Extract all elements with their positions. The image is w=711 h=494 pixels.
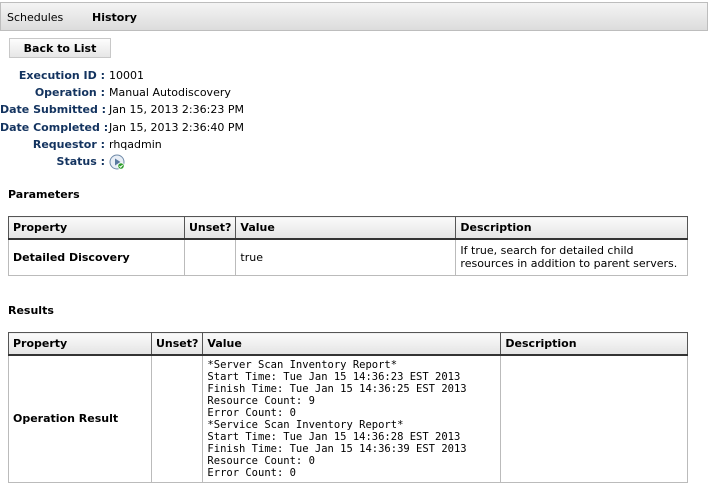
property-cell: Operation Result <box>8 354 152 483</box>
table-row: Detailed Discovery true If true, search … <box>8 238 688 276</box>
detail-execution-id: Execution ID : 10001 <box>0 67 244 84</box>
parameters-heading: Parameters <box>8 188 80 201</box>
detail-date-completed: Date Completed : Jan 15, 2013 2:36:40 PM <box>0 119 244 136</box>
detail-label: Date Submitted : <box>0 103 107 117</box>
description-cell <box>500 354 688 483</box>
value-cell[interactable]: true <box>235 238 457 276</box>
property-cell: Detailed Discovery <box>8 238 185 276</box>
table-header-row: Property Unset? Value Description <box>8 332 688 356</box>
column-header-unset[interactable]: Unset? <box>150 332 204 356</box>
results-heading: Results <box>8 304 54 317</box>
unset-cell <box>183 238 237 276</box>
detail-value: Jan 15, 2013 2:36:23 PM <box>109 103 244 117</box>
back-to-list-button[interactable]: Back to List <box>9 38 111 58</box>
column-header-description[interactable]: Description <box>500 332 688 356</box>
column-header-value[interactable]: Value <box>235 216 457 240</box>
column-header-unset[interactable]: Unset? <box>183 216 237 240</box>
table-header-row: Property Unset? Value Description <box>8 216 688 240</box>
detail-label: Requestor : <box>32 137 105 151</box>
detail-date-submitted: Date Submitted : Jan 15, 2013 2:36:23 PM <box>0 101 244 118</box>
parameters-table: Property Unset? Value Description Detail… <box>8 216 688 276</box>
tab-schedules[interactable]: Schedules <box>7 11 63 24</box>
detail-value: Jan 15, 2013 2:36:40 PM <box>109 120 244 134</box>
detail-value: rhqadmin <box>109 137 162 151</box>
value-cell[interactable]: *Server Scan Inventory Report* Start Tim… <box>202 354 502 483</box>
detail-status: Status : <box>0 153 244 170</box>
tab-bar: Schedules History <box>0 2 708 31</box>
description-cell: If true, search for detailed child resou… <box>455 238 688 276</box>
tab-history[interactable]: History <box>92 11 137 24</box>
operation-result-text: *Server Scan Inventory Report* Start Tim… <box>207 358 467 479</box>
status-success-icon <box>109 154 125 170</box>
column-header-property[interactable]: Property <box>8 216 185 240</box>
detail-label: Status : <box>56 155 105 169</box>
column-header-description[interactable]: Description <box>455 216 688 240</box>
column-header-value[interactable]: Value <box>202 332 502 356</box>
detail-label: Execution ID : <box>18 69 105 83</box>
detail-label: Date Completed : <box>0 120 109 134</box>
detail-label: Operation : <box>34 86 105 100</box>
column-header-property[interactable]: Property <box>8 332 152 356</box>
detail-operation: Operation : Manual Autodiscovery <box>0 84 244 101</box>
unset-cell <box>150 354 204 483</box>
detail-requestor: Requestor : rhqadmin <box>0 136 244 153</box>
detail-value: Manual Autodiscovery <box>109 86 231 100</box>
execution-details: Execution ID : 10001 Operation : Manual … <box>0 67 244 170</box>
table-row: Operation Result *Server Scan Inventory … <box>8 354 688 483</box>
detail-value: 10001 <box>109 69 144 83</box>
results-table: Property Unset? Value Description Operat… <box>8 332 688 483</box>
